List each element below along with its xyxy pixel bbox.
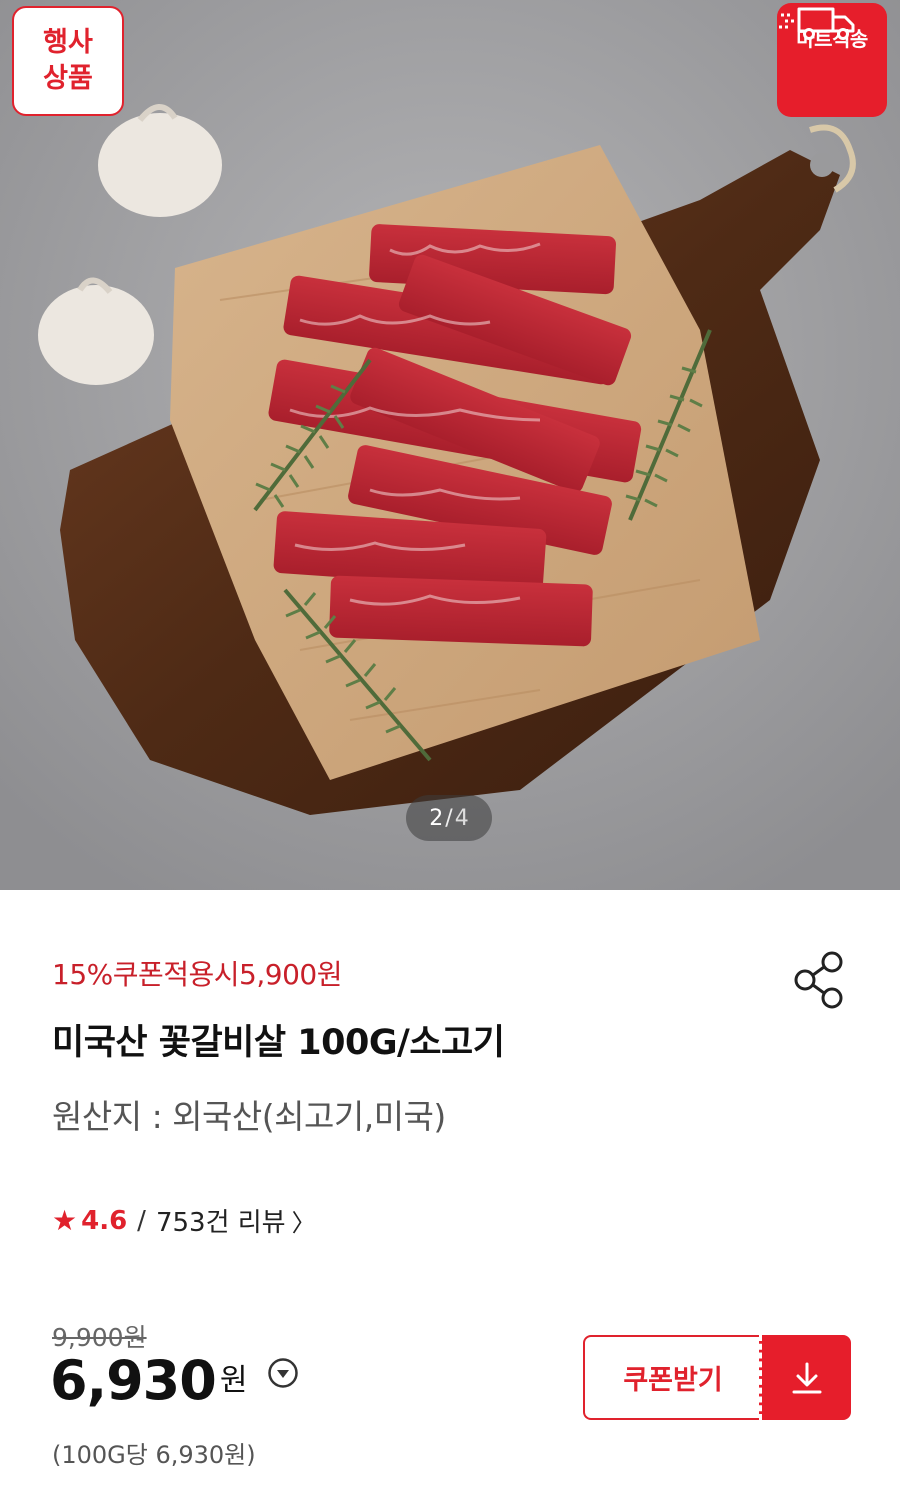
gallery-total-pages: 4 [454, 805, 469, 831]
star-icon: ★ [52, 1204, 78, 1237]
event-product-badge: 행사 상품 [12, 6, 124, 116]
review-count-link[interactable]: 753건 리뷰 [156, 1202, 286, 1239]
get-coupon-button[interactable]: 쿠폰받기 [583, 1335, 851, 1420]
sale-price-currency: 원 [219, 1363, 248, 1398]
delivery-truck-icon [779, 7, 855, 40]
rating-summary[interactable]: ★ 4.6 / 753건 리뷰 〉 [52, 1202, 316, 1239]
chevron-right-icon: 〉 [291, 1209, 316, 1237]
product-title: 미국산 꽃갈비살 100G/소고기 [52, 1023, 505, 1063]
rating-score: 4.6 [81, 1205, 128, 1236]
mart-delivery-badge: 마트직송 [777, 3, 887, 117]
rating-separator: / [137, 1205, 146, 1236]
gallery-current-page: 2 [429, 805, 444, 831]
event-badge-line1: 행사 [43, 27, 93, 58]
sale-price: 6,930 원 [50, 1347, 299, 1415]
sale-price-value: 6,930 [50, 1349, 217, 1412]
coupon-download-area[interactable] [759, 1335, 851, 1420]
product-image-gallery[interactable]: 행사 상품 마트직송 2 / 4 [0, 0, 900, 890]
share-icon[interactable] [790, 948, 850, 1012]
coupon-price-notice: 15%쿠폰적용시5,900원 [52, 958, 342, 991]
product-photo [0, 0, 900, 890]
chevron-down-circle-icon[interactable] [267, 1357, 299, 1389]
gallery-page-indicator: 2 / 4 [406, 795, 492, 841]
gallery-page-separator: / [445, 805, 453, 831]
download-icon [792, 1362, 821, 1393]
unit-price: (100G당 6,930원) [52, 1441, 256, 1469]
product-origin: 원산지 : 외국산(쇠고기,미국) [52, 1097, 446, 1136]
event-badge-line2: 상품 [43, 63, 93, 94]
get-coupon-label[interactable]: 쿠폰받기 [583, 1335, 761, 1420]
